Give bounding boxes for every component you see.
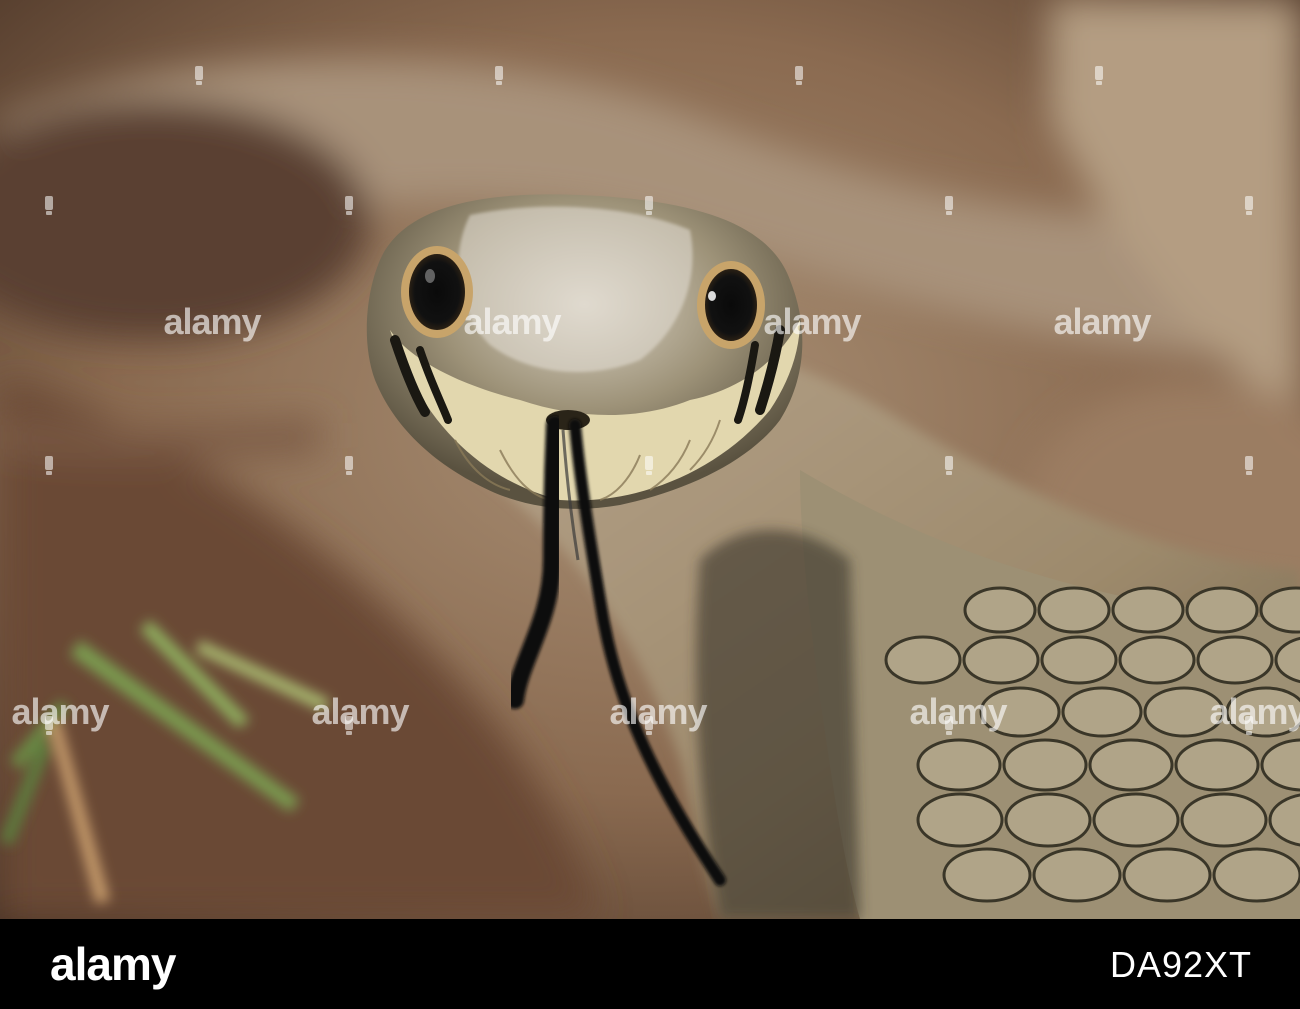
footer-bar: alamy DA92XT — [0, 919, 1300, 1009]
right-eye — [697, 261, 765, 349]
left-eye — [401, 246, 473, 338]
brand-logo: alamy — [50, 938, 176, 990]
image-id: DA92XT — [1109, 944, 1252, 985]
snake-photo-illustration — [0, 0, 1300, 919]
photo: alamy alamy alamy alamy alamy alamy alamy alamy… — [0, 0, 1300, 919]
